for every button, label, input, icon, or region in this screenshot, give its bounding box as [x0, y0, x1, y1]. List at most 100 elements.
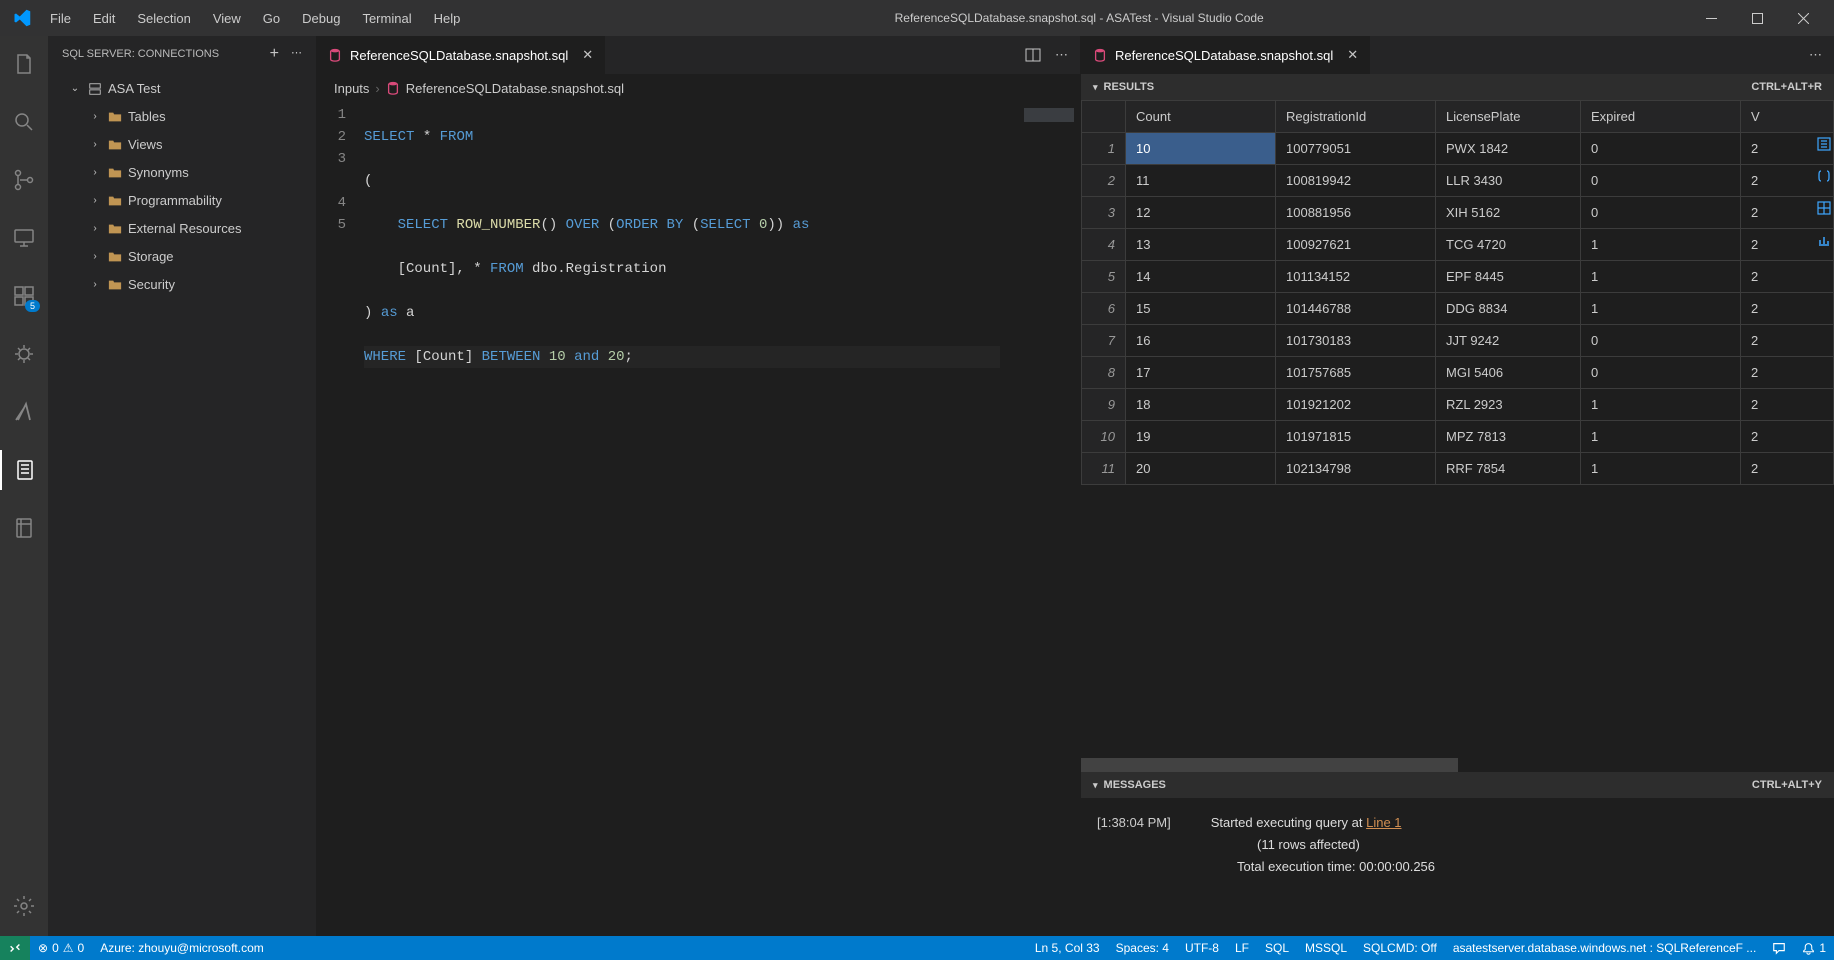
- breadcrumb[interactable]: Inputs › ReferenceSQLDatabase.snapshot.s…: [316, 74, 1080, 102]
- cell[interactable]: 101757685: [1276, 357, 1436, 389]
- menu-selection[interactable]: Selection: [127, 5, 200, 32]
- cell[interactable]: 100881956: [1276, 197, 1436, 229]
- cell[interactable]: 1: [1581, 293, 1741, 325]
- table-row[interactable]: 1120102134798RRF 785412: [1082, 453, 1834, 485]
- row-number[interactable]: 10: [1082, 421, 1126, 453]
- cell[interactable]: 100819942: [1276, 165, 1436, 197]
- cell[interactable]: 1: [1581, 389, 1741, 421]
- cell[interactable]: JJT 9242: [1436, 325, 1581, 357]
- cell[interactable]: RZL 2923: [1436, 389, 1581, 421]
- table-row[interactable]: 918101921202RZL 292312: [1082, 389, 1834, 421]
- cell[interactable]: 0: [1581, 133, 1741, 165]
- row-number[interactable]: 2: [1082, 165, 1126, 197]
- add-connection-icon[interactable]: +: [270, 46, 279, 62]
- azure-account-status[interactable]: Azure: zhouyu@microsoft.com: [92, 936, 272, 960]
- row-number[interactable]: 4: [1082, 229, 1126, 261]
- table-row[interactable]: 716101730183JJT 924202: [1082, 325, 1834, 357]
- cell[interactable]: 17: [1126, 357, 1276, 389]
- table-row[interactable]: 817101757685MGI 540602: [1082, 357, 1834, 389]
- problems-status[interactable]: ⊗0 ⚠0: [30, 936, 92, 960]
- cell[interactable]: 2: [1741, 389, 1834, 421]
- more-editor-icon[interactable]: ⋯: [1055, 47, 1068, 63]
- tree-item-programmability[interactable]: ›Programmability: [48, 187, 316, 215]
- table-row[interactable]: 1019101971815MPZ 781312: [1082, 421, 1834, 453]
- cell[interactable]: LLR 3430: [1436, 165, 1581, 197]
- tree-item-security[interactable]: ›Security: [48, 271, 316, 299]
- cell[interactable]: 101446788: [1276, 293, 1436, 325]
- notebook-icon[interactable]: [0, 508, 48, 548]
- cell[interactable]: 101921202: [1276, 389, 1436, 421]
- row-number[interactable]: 3: [1082, 197, 1126, 229]
- table-row[interactable]: 514101134152EPF 844512: [1082, 261, 1834, 293]
- cell[interactable]: 2: [1741, 453, 1834, 485]
- tree-item-storage[interactable]: ›Storage: [48, 243, 316, 271]
- table-row[interactable]: 110100779051PWX 184202: [1082, 133, 1834, 165]
- column-header-v[interactable]: V: [1741, 101, 1834, 133]
- grid-corner[interactable]: [1082, 101, 1126, 133]
- cell[interactable]: 1: [1581, 261, 1741, 293]
- menu-help[interactable]: Help: [424, 5, 471, 32]
- notifications-status[interactable]: 1: [1794, 941, 1834, 955]
- tree-item-tables[interactable]: ›Tables: [48, 103, 316, 131]
- menu-go[interactable]: Go: [253, 5, 290, 32]
- language-mode-status[interactable]: SQL: [1257, 941, 1297, 955]
- column-header-count[interactable]: Count: [1126, 101, 1276, 133]
- cell[interactable]: 1: [1581, 453, 1741, 485]
- search-icon[interactable]: [0, 102, 48, 142]
- cursor-position-status[interactable]: Ln 5, Col 33: [1027, 941, 1108, 955]
- cell[interactable]: 102134798: [1276, 453, 1436, 485]
- cell[interactable]: 2: [1741, 325, 1834, 357]
- explorer-icon[interactable]: [0, 44, 48, 84]
- cell[interactable]: RRF 7854: [1436, 453, 1581, 485]
- mssql-status[interactable]: MSSQL: [1297, 941, 1355, 955]
- column-header-expired[interactable]: Expired: [1581, 101, 1741, 133]
- minimap[interactable]: [1000, 102, 1080, 936]
- results-header[interactable]: ▾RESULTS CTRL+ALT+R: [1081, 74, 1834, 100]
- cell[interactable]: EPF 8445: [1436, 261, 1581, 293]
- row-number[interactable]: 8: [1082, 357, 1126, 389]
- cell[interactable]: 2: [1741, 421, 1834, 453]
- cell[interactable]: 100927621: [1276, 229, 1436, 261]
- horizontal-scrollbar[interactable]: [1081, 758, 1834, 772]
- cell[interactable]: 0: [1581, 357, 1741, 389]
- cell[interactable]: MGI 5406: [1436, 357, 1581, 389]
- cell[interactable]: 18: [1126, 389, 1276, 421]
- menu-debug[interactable]: Debug: [292, 5, 350, 32]
- cell[interactable]: 1: [1581, 229, 1741, 261]
- column-header-registrationid[interactable]: RegistrationId: [1276, 101, 1436, 133]
- code-editor[interactable]: 1 2 3 4 5 SELECT * FROM ( SELECT ROW_NUM…: [316, 102, 1080, 936]
- cell[interactable]: DDG 8834: [1436, 293, 1581, 325]
- tree-item-external-resources[interactable]: ›External Resources: [48, 215, 316, 243]
- row-number[interactable]: 9: [1082, 389, 1126, 421]
- table-row[interactable]: 211100819942LLR 343002: [1082, 165, 1834, 197]
- cell[interactable]: 20: [1126, 453, 1276, 485]
- indentation-status[interactable]: Spaces: 4: [1108, 941, 1177, 955]
- cell[interactable]: 101730183: [1276, 325, 1436, 357]
- cell[interactable]: 14: [1126, 261, 1276, 293]
- menu-edit[interactable]: Edit: [83, 5, 125, 32]
- more-sidebar-icon[interactable]: ⋯: [291, 46, 302, 62]
- row-number[interactable]: 5: [1082, 261, 1126, 293]
- sqlcmd-status[interactable]: SQLCMD: Off: [1355, 941, 1445, 955]
- sql-server-icon[interactable]: [0, 450, 48, 490]
- cell[interactable]: TCG 4720: [1436, 229, 1581, 261]
- remote-explorer-icon[interactable]: [0, 218, 48, 258]
- menu-file[interactable]: File: [40, 5, 81, 32]
- close-button[interactable]: [1780, 0, 1826, 36]
- row-number[interactable]: 6: [1082, 293, 1126, 325]
- menu-terminal[interactable]: Terminal: [352, 5, 421, 32]
- cell[interactable]: 2: [1741, 293, 1834, 325]
- cell[interactable]: 10: [1126, 133, 1276, 165]
- save-excel-icon[interactable]: [1816, 200, 1832, 216]
- cell[interactable]: 11: [1126, 165, 1276, 197]
- cell[interactable]: 0: [1581, 197, 1741, 229]
- cell[interactable]: 12: [1126, 197, 1276, 229]
- tree-root[interactable]: ⌄ ASA Test: [48, 75, 316, 103]
- line-link[interactable]: Line 1: [1366, 815, 1401, 830]
- table-row[interactable]: 312100881956XIH 516202: [1082, 197, 1834, 229]
- settings-gear-icon[interactable]: [0, 886, 48, 926]
- cell[interactable]: 19: [1126, 421, 1276, 453]
- cell[interactable]: 16: [1126, 325, 1276, 357]
- cell[interactable]: 101971815: [1276, 421, 1436, 453]
- table-row[interactable]: 413100927621TCG 472012: [1082, 229, 1834, 261]
